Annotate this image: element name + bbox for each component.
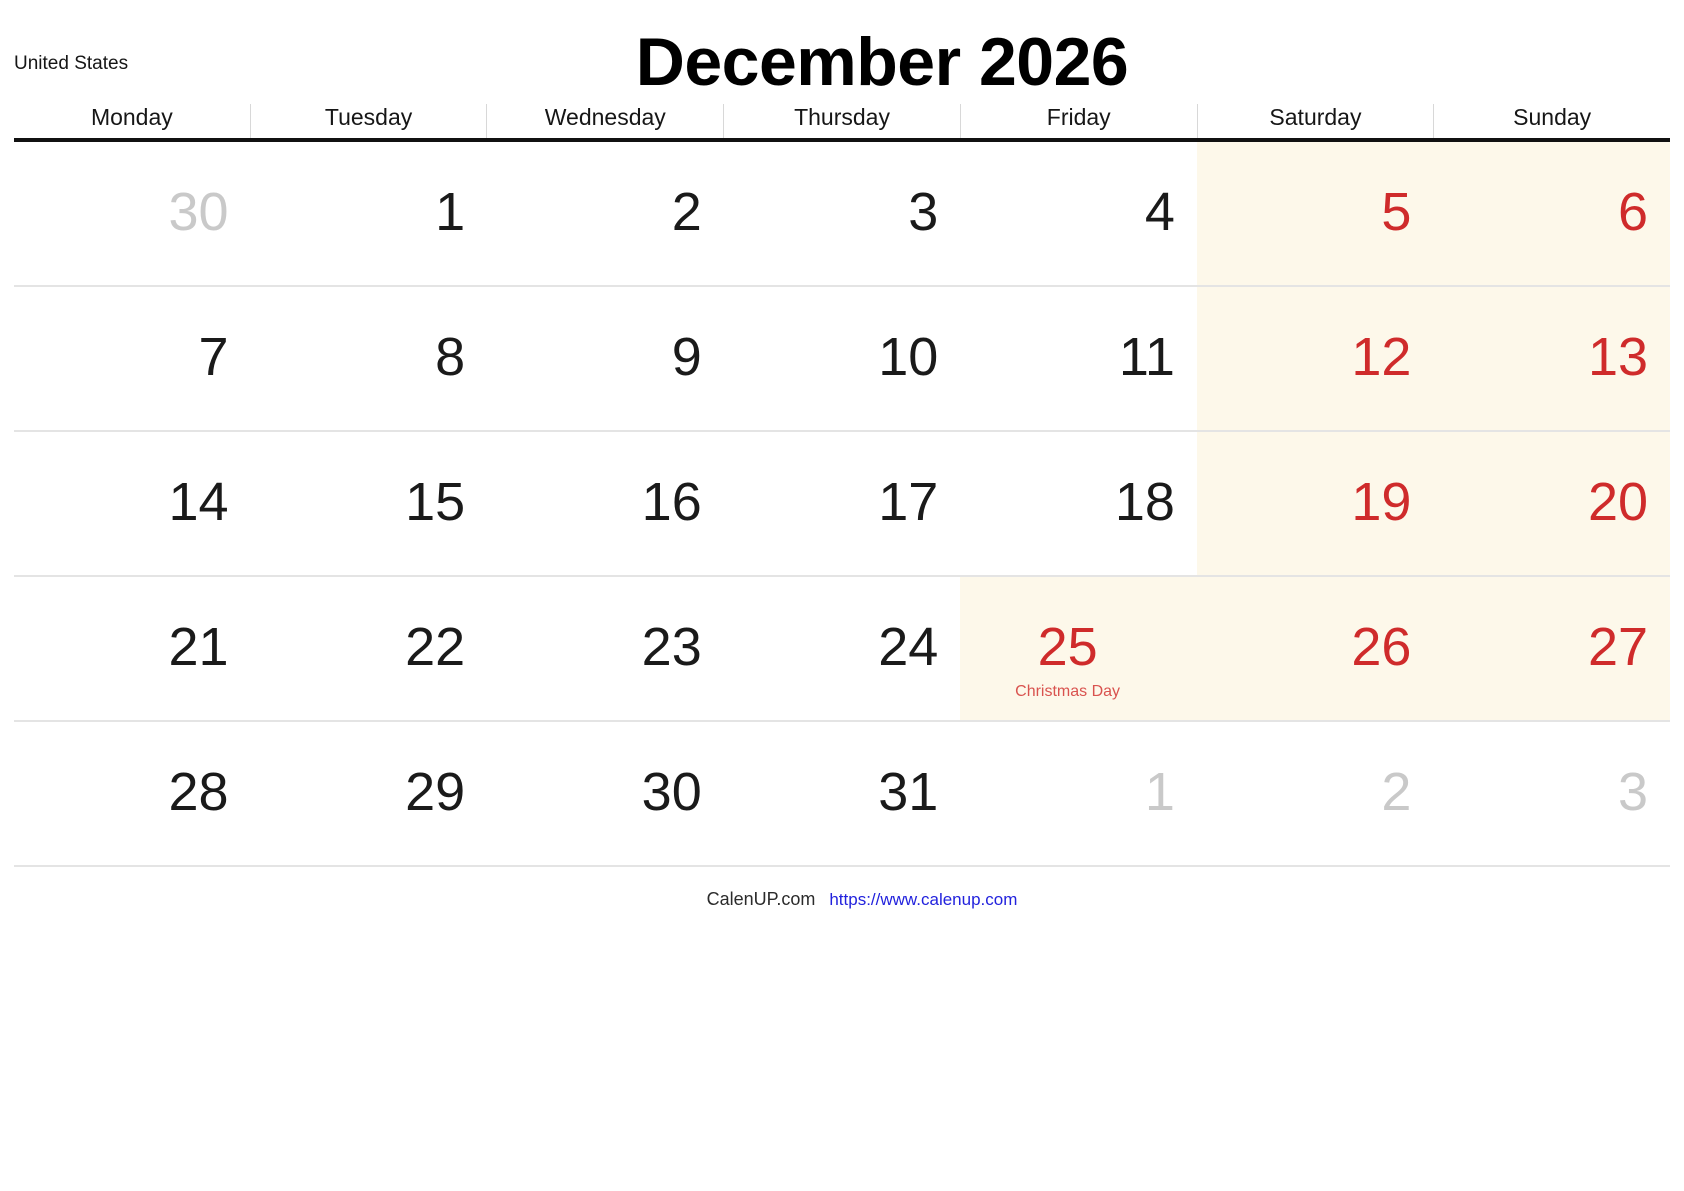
day-cell[interactable]: 18 — [960, 432, 1197, 575]
page-title: December 2026 — [635, 24, 1129, 100]
day-cell[interactable]: 3 — [1433, 722, 1670, 865]
day-cell[interactable]: 26 — [1196, 577, 1434, 720]
day-cell[interactable]: 1 — [960, 722, 1197, 865]
weekday-header-friday: Friday — [959, 104, 1197, 138]
day-cell[interactable]: 25 Christmas Day — [960, 577, 1197, 720]
day-number: 29 — [405, 762, 466, 822]
day-number: 27 — [1587, 617, 1649, 677]
day-cell[interactable]: 30 — [14, 142, 251, 285]
day-number: 1 — [435, 182, 466, 242]
day-number: 5 — [1381, 182, 1412, 242]
day-number: 13 — [1587, 327, 1649, 387]
day-number: 7 — [198, 327, 229, 387]
day-cell[interactable]: 29 — [251, 722, 488, 865]
day-number: 30 — [168, 182, 229, 242]
weekday-header-thursday: Thursday — [723, 104, 960, 138]
day-cell[interactable]: 4 — [960, 142, 1197, 285]
day-cell[interactable]: 12 — [1196, 287, 1434, 430]
day-number: 14 — [168, 472, 229, 532]
day-cell[interactable]: 31 — [724, 722, 961, 865]
day-number: 2 — [1381, 762, 1412, 822]
day-cell[interactable]: 5 — [1196, 142, 1434, 285]
brand-url-link[interactable]: https://www.calenup.com — [829, 890, 1017, 909]
calendar-page: United States December 2026 Monday Tuesd… — [0, 0, 1684, 1191]
day-cell[interactable]: 11 — [960, 287, 1197, 430]
weekday-header-wednesday: Wednesday — [486, 104, 723, 138]
brand-label: CalenUP.com — [706, 889, 816, 909]
day-cell[interactable]: 14 — [14, 432, 251, 575]
day-cell[interactable]: 20 — [1433, 432, 1671, 575]
day-cell[interactable]: 7 — [14, 287, 251, 430]
day-number: 28 — [168, 762, 229, 822]
day-cell[interactable]: 16 — [487, 432, 724, 575]
day-cell[interactable]: 15 — [251, 432, 488, 575]
weekday-header-tuesday: Tuesday — [249, 104, 487, 138]
calendar-week-row: 21 22 23 24 25 Christmas Day 26 27 — [14, 577, 1671, 722]
day-cell[interactable]: 28 — [14, 722, 251, 865]
day-cell[interactable]: 2 — [487, 142, 724, 285]
day-number: 2 — [671, 182, 702, 242]
day-number: 3 — [1618, 762, 1649, 822]
day-cell[interactable]: 10 — [724, 287, 961, 430]
day-number: 16 — [641, 472, 702, 532]
day-cell[interactable]: 24 — [724, 577, 961, 720]
day-number: 15 — [405, 472, 466, 532]
day-number: 25 — [1037, 617, 1098, 677]
day-cell[interactable]: 9 — [487, 287, 724, 430]
day-cell[interactable]: 21 — [14, 577, 251, 720]
calendar-header: United States December 2026 — [0, 0, 1684, 100]
day-cell[interactable]: 22 — [251, 577, 488, 720]
footer: CalenUP.com https://www.calenup.com — [0, 888, 1684, 911]
day-number: 11 — [1118, 327, 1175, 387]
day-number: 21 — [168, 617, 229, 677]
calendar-week-row: 7 8 9 10 11 12 13 — [14, 287, 1671, 432]
day-number: 23 — [641, 617, 702, 677]
day-cell[interactable]: 6 — [1433, 142, 1671, 285]
day-cell[interactable]: 3 — [724, 142, 961, 285]
calendar-weeks: 30 1 2 3 4 5 6 7 8 9 10 11 12 13 14 15 16 17 18 19 20 21 22 23 2… — [14, 142, 1671, 867]
day-number: 24 — [878, 617, 939, 677]
day-cell[interactable]: 27 — [1433, 577, 1671, 720]
day-cell[interactable]: 19 — [1196, 432, 1434, 575]
day-number: 19 — [1351, 472, 1412, 532]
day-number: 12 — [1351, 327, 1412, 387]
day-number: 1 — [1144, 762, 1175, 822]
day-cell[interactable]: 2 — [1197, 722, 1434, 865]
day-cell[interactable]: 17 — [724, 432, 961, 575]
day-number: 20 — [1587, 472, 1649, 532]
calendar-week-row: 28 29 30 31 1 2 3 — [14, 722, 1670, 867]
day-number: 17 — [878, 472, 939, 532]
calendar-week-row: 30 1 2 3 4 5 6 — [14, 142, 1671, 287]
day-cell[interactable]: 23 — [487, 577, 724, 720]
day-number: 30 — [641, 762, 702, 822]
day-number: 6 — [1618, 182, 1649, 242]
day-cell[interactable]: 8 — [251, 287, 488, 430]
weekday-header-row: Monday Tuesday Wednesday Thursday Friday… — [14, 104, 1670, 142]
weekday-header-sunday: Sunday — [1433, 104, 1670, 138]
day-number: 9 — [671, 327, 702, 387]
day-number: 31 — [878, 762, 939, 822]
day-number: 22 — [405, 617, 466, 677]
day-cell[interactable]: 30 — [487, 722, 724, 865]
day-number: 26 — [1351, 617, 1412, 677]
day-number: 8 — [435, 327, 466, 387]
holiday-label: Christmas Day — [1015, 683, 1121, 700]
day-number: 10 — [878, 327, 939, 387]
weekday-header-monday: Monday — [90, 104, 173, 130]
day-number: 18 — [1114, 472, 1175, 532]
day-number: 4 — [1144, 182, 1175, 242]
weekday-header-saturday: Saturday — [1196, 104, 1434, 138]
calendar-week-row: 14 15 16 17 18 19 20 — [14, 432, 1671, 577]
day-cell[interactable]: 1 — [251, 142, 488, 285]
calendar-grid: Monday Tuesday Wednesday Thursday Friday… — [14, 104, 1671, 867]
day-cell[interactable]: 13 — [1433, 287, 1671, 430]
day-number: 3 — [908, 182, 939, 242]
